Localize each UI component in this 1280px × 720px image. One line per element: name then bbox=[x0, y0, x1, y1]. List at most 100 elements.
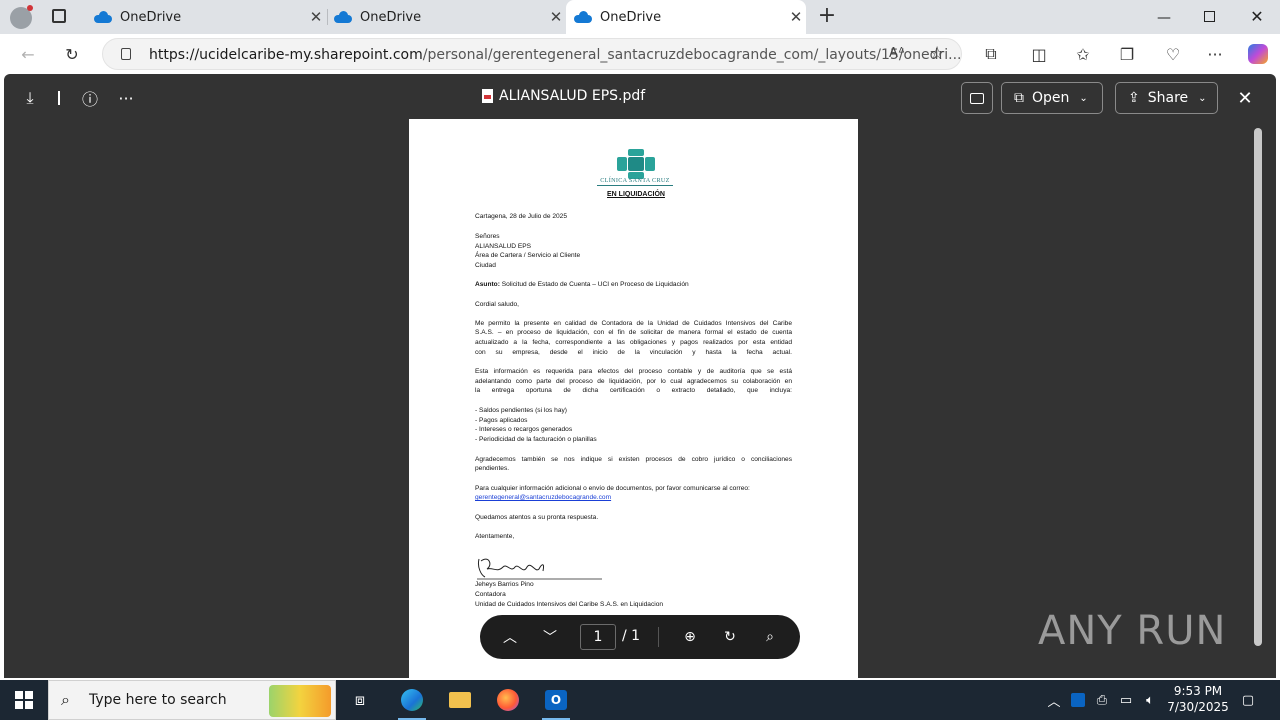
address-bar[interactable]: https://ucidelcaribe-my.sharepoint.com/p… bbox=[102, 38, 962, 70]
browser-essentials-icon[interactable]: ♡ bbox=[1157, 38, 1189, 70]
recipient-line: Ciudad bbox=[475, 262, 496, 269]
favorite-star-icon[interactable]: ☆ bbox=[929, 43, 945, 64]
search-icon: ⌕ bbox=[61, 690, 70, 709]
windows-logo-icon bbox=[15, 691, 33, 709]
pdf-page: CLÍNICA SANTA CRUZ EN LIQUIDACIÓN Cartag… bbox=[409, 119, 858, 678]
chevron-down-icon: ⌄ bbox=[1079, 92, 1088, 104]
close-viewer-icon[interactable]: ✕ bbox=[1233, 86, 1257, 110]
volume-icon[interactable]: 🔈︎ bbox=[1140, 690, 1160, 710]
download-icon[interactable]: ⤓ bbox=[18, 86, 42, 110]
back-icon[interactable]: ← bbox=[12, 38, 44, 70]
paragraph-line: con su empresa, desde el inicio de la vi… bbox=[475, 349, 792, 356]
paragraph-line: Esta información es requerida para efect… bbox=[475, 368, 792, 375]
pdf-navigation-bar: ︿ ﹀ 1 / 1 ⊕ ↻ ⌕ bbox=[480, 615, 800, 659]
favorites-icon[interactable]: ✩ bbox=[1067, 38, 1099, 70]
close-window-button[interactable]: ✕ bbox=[1246, 7, 1268, 27]
close-tab-icon[interactable]: ✕ bbox=[306, 8, 326, 26]
search-icon[interactable]: ⌕ bbox=[760, 627, 780, 647]
status-heading: EN LIQUIDACIÓN bbox=[607, 191, 665, 198]
close-tab-icon[interactable]: ✕ bbox=[546, 8, 566, 26]
file-name: ALIANSALUD EPS.pdf bbox=[482, 88, 645, 104]
url-text: https://ucidelcaribe-my.sharepoint.com/p… bbox=[149, 47, 962, 63]
rotate-icon[interactable]: ↻ bbox=[720, 627, 740, 647]
bullet-item: - Saldos pendientes (si los hay) bbox=[475, 407, 567, 414]
tab-onedrive-active[interactable]: OneDrive ✕ bbox=[566, 0, 806, 34]
page-total: / 1 bbox=[622, 628, 641, 644]
bullet-item: - Periodicidad de la facturación o plani… bbox=[475, 436, 597, 443]
onedrive-icon bbox=[334, 11, 352, 23]
search-highlight-image bbox=[269, 685, 331, 717]
firefox-logo-icon bbox=[497, 689, 519, 711]
lock-icon[interactable] bbox=[121, 48, 131, 60]
device-icon[interactable]: ⎙ bbox=[1092, 690, 1112, 710]
read-aloud-icon[interactable]: Aᐞ bbox=[889, 46, 905, 61]
taskbar: ⌕ Type here to search ⧈ O ︿ ⎙ ▭ 🔈︎ 9:53 … bbox=[0, 680, 1280, 720]
share-button[interactable]: ⇪ Share ⌄ bbox=[1115, 82, 1218, 114]
logo-rule bbox=[597, 185, 673, 186]
pdf-viewer: ⤓ ⓘ ··· ALIANSALUD EPS.pdf ⧉ Open ⌄ ⇪ Sh… bbox=[4, 74, 1276, 678]
start-button[interactable] bbox=[0, 680, 48, 720]
info-icon[interactable]: ⓘ bbox=[78, 86, 102, 110]
task-view-icon[interactable]: ⧈ bbox=[336, 680, 384, 720]
edge-taskbar-icon[interactable] bbox=[388, 680, 436, 720]
outlook-logo-icon: O bbox=[545, 690, 567, 710]
closing-line: Atentamente, bbox=[475, 533, 515, 540]
copilot-icon[interactable] bbox=[1248, 44, 1268, 64]
bullet-item: - Intereses o recargos generados bbox=[475, 426, 573, 433]
zoom-in-icon[interactable]: ⊕ bbox=[680, 627, 700, 647]
more-options-icon[interactable]: ··· bbox=[114, 86, 138, 110]
tab-actions-icon[interactable] bbox=[52, 9, 66, 23]
network-icon[interactable]: ▭ bbox=[1116, 690, 1136, 710]
open-label: Open bbox=[1032, 90, 1070, 106]
toolbar-divider bbox=[58, 91, 60, 105]
email-link[interactable]: gerentegeneral@santacruzdebocagrande.com bbox=[475, 493, 792, 503]
outlook-tray-icon[interactable] bbox=[1068, 690, 1088, 710]
viewer-toolbar: ⤓ ⓘ ··· ALIANSALUD EPS.pdf ⧉ Open ⌄ ⇪ Sh… bbox=[4, 74, 1276, 120]
open-external-icon: ⧉ bbox=[1014, 90, 1024, 106]
share-label: Share bbox=[1147, 90, 1189, 106]
extensions-icon[interactable]: ⧉ bbox=[975, 38, 1007, 70]
vertical-scrollbar[interactable] bbox=[1254, 128, 1262, 646]
close-tab-icon[interactable]: ✕ bbox=[786, 8, 806, 26]
signer-name: Jeheys Barrios Pino bbox=[475, 581, 534, 588]
notification-dot bbox=[27, 5, 33, 11]
clock-date: 7/30/2025 bbox=[1167, 700, 1229, 714]
signature bbox=[477, 558, 602, 580]
edge-icon bbox=[401, 689, 423, 711]
page-number-input[interactable]: 1 bbox=[580, 624, 616, 650]
date-line: Cartagena, 28 de Julio de 2025 bbox=[475, 213, 568, 220]
collections-icon[interactable]: ❐ bbox=[1111, 38, 1143, 70]
taskbar-clock[interactable]: 9:53 PM 7/30/2025 bbox=[1162, 683, 1234, 715]
refresh-icon[interactable]: ↻ bbox=[56, 38, 88, 70]
paragraph-line: pendientes. bbox=[475, 465, 510, 472]
pdf-file-icon bbox=[482, 89, 493, 103]
paragraph-line: S.A.S. – en proceso de liquidación, con … bbox=[475, 329, 792, 336]
search-placeholder: Type here to search bbox=[89, 692, 227, 708]
closing-line: Quedamos atentos a su pronta respuesta. bbox=[475, 514, 599, 521]
tab-onedrive-1[interactable]: OneDrive ✕ bbox=[86, 0, 326, 34]
tab-onedrive-2[interactable]: OneDrive ✕ bbox=[326, 0, 566, 34]
open-button[interactable]: ⧉ Open ⌄ bbox=[1001, 82, 1103, 114]
show-hidden-icons[interactable]: ︿ bbox=[1044, 690, 1064, 710]
next-page-icon[interactable]: ﹀ bbox=[540, 627, 560, 647]
notifications-icon[interactable]: ▢ bbox=[1238, 690, 1258, 710]
onedrive-icon bbox=[94, 11, 112, 23]
folder-icon bbox=[449, 692, 471, 708]
new-tab-button[interactable]: + bbox=[814, 3, 840, 29]
firefox-icon[interactable] bbox=[484, 680, 532, 720]
split-screen-icon[interactable]: ◫ bbox=[1023, 38, 1055, 70]
file-explorer-icon[interactable] bbox=[436, 680, 484, 720]
minimize-button[interactable]: — bbox=[1150, 10, 1178, 26]
outlook-icon[interactable]: O bbox=[532, 680, 580, 720]
address-bar-row: ← ↻ https://ucidelcaribe-my.sharepoint.c… bbox=[0, 34, 1280, 74]
taskbar-search[interactable]: ⌕ Type here to search bbox=[48, 680, 336, 720]
clinic-logo bbox=[617, 149, 655, 179]
clock-time: 9:53 PM bbox=[1173, 684, 1223, 698]
recipient-line: Área de Cartera / Servicio al Cliente bbox=[475, 252, 581, 259]
restore-button[interactable] bbox=[1204, 11, 1215, 22]
comment-button[interactable] bbox=[961, 82, 993, 114]
previous-page-icon[interactable]: ︿ bbox=[500, 627, 520, 647]
control-divider bbox=[658, 627, 659, 647]
more-menu-icon[interactable]: ··· bbox=[1199, 38, 1231, 70]
tab-strip: OneDrive ✕ OneDrive ✕ OneDrive ✕ + — ✕ bbox=[0, 0, 1280, 34]
